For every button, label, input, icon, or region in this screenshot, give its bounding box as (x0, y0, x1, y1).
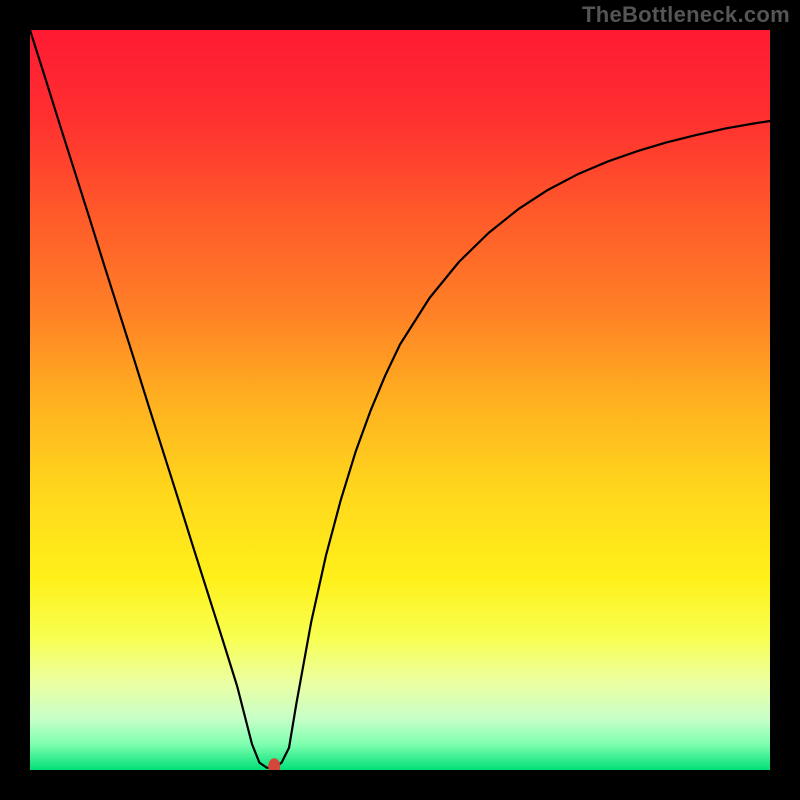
gradient-background (30, 30, 770, 770)
plot-area (30, 30, 770, 770)
watermark-text: TheBottleneck.com (582, 2, 790, 28)
chart-frame: TheBottleneck.com (0, 0, 800, 800)
bottleneck-chart (30, 30, 770, 770)
